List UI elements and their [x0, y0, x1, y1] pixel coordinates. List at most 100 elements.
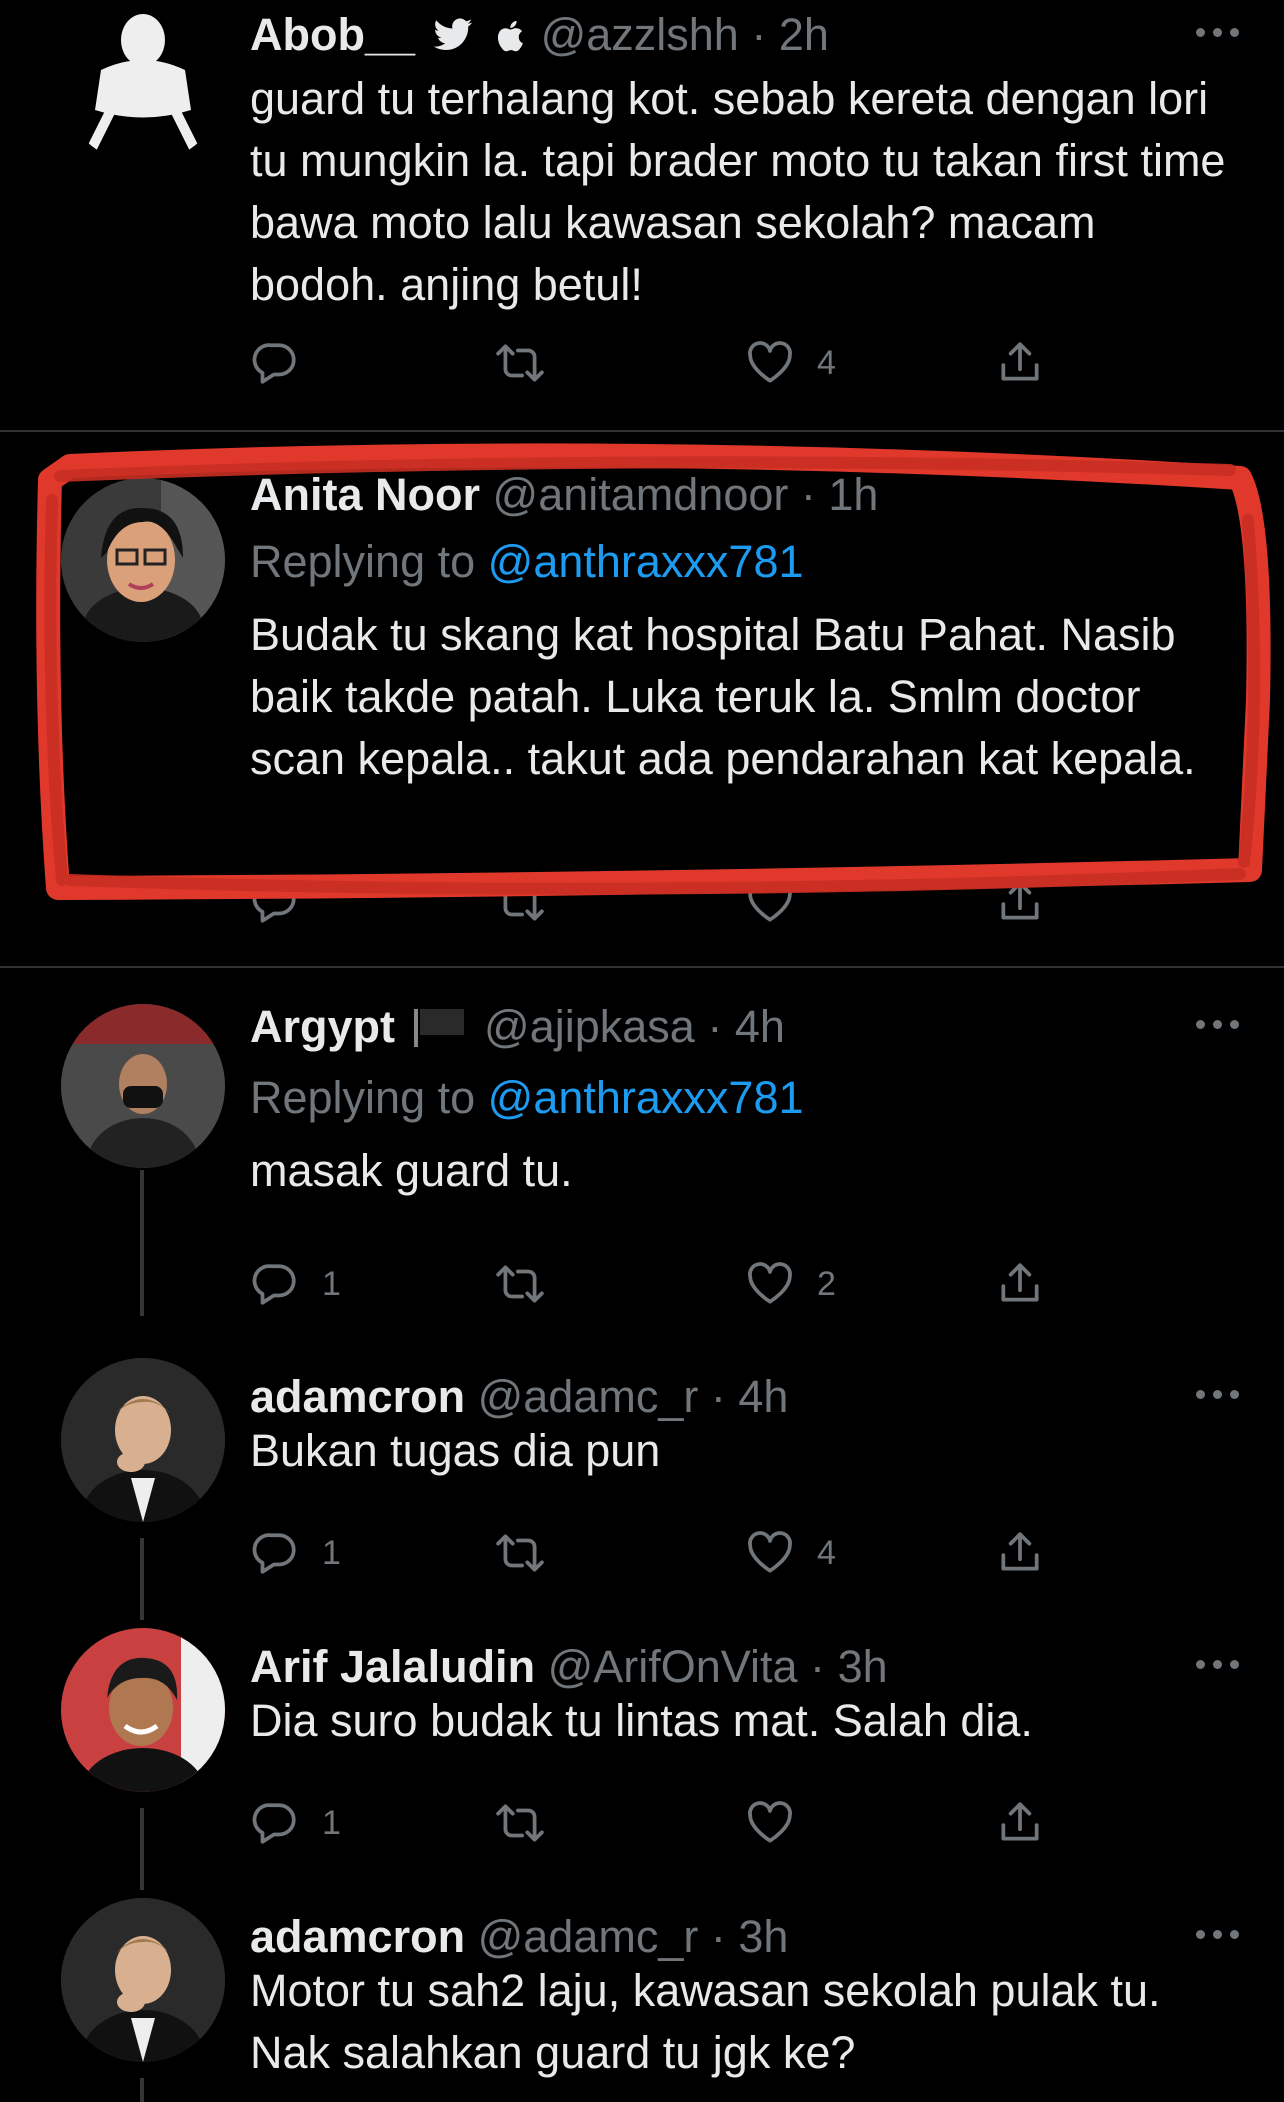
share-icon [1001, 1532, 1039, 1571]
more-icon[interactable] [1196, 1020, 1240, 1032]
retweet-icon [496, 1804, 544, 1842]
avatar[interactable] [61, 1898, 225, 2062]
separator-dot: · [710, 1371, 726, 1422]
avatar-image [61, 1004, 225, 1168]
mention-link[interactable]: @anthraxxx781 [488, 1072, 804, 1123]
avatar-image [61, 1628, 225, 1792]
more-icon[interactable] [1196, 1930, 1240, 1942]
display-name[interactable]: adamcron [250, 1371, 465, 1422]
timestamp[interactable]: 2h [779, 9, 829, 60]
retweet-button[interactable] [495, 872, 567, 932]
share-button[interactable] [995, 333, 1045, 393]
replying-to: Replying to @anthraxxx781 [250, 1072, 804, 1124]
avatar-image [61, 1898, 225, 2062]
like-button[interactable]: 4 [745, 333, 836, 393]
thread-line [140, 1538, 144, 1620]
like-button[interactable]: 2 [745, 1254, 836, 1314]
display-name[interactable]: Arif Jalaludin [250, 1641, 535, 1692]
share-button[interactable] [995, 1793, 1045, 1853]
separator-dot: · [800, 469, 816, 520]
tweet-actions [250, 872, 1070, 932]
retweet-icon [496, 344, 544, 382]
timestamp[interactable]: 3h [838, 1641, 888, 1692]
like-count: 4 [817, 1533, 836, 1572]
timestamp[interactable]: 3h [738, 1911, 788, 1962]
avatar[interactable] [61, 478, 225, 642]
avatar[interactable] [61, 1628, 225, 1792]
tweet-text: Motor tu sah2 laju, kawasan sekolah pula… [250, 1965, 1161, 2078]
handle[interactable]: @ajipkasa [484, 1001, 695, 1052]
share-button[interactable] [995, 1254, 1045, 1314]
retweet-button[interactable] [495, 1523, 567, 1583]
retweet-button[interactable] [495, 1793, 567, 1853]
more-icon[interactable] [1196, 1390, 1240, 1402]
reply-button[interactable] [250, 872, 322, 932]
share-button[interactable] [995, 1523, 1045, 1583]
like-button[interactable]: 4 [745, 1523, 836, 1583]
tweet-actions: 1 2 [250, 1254, 1070, 1314]
share-icon [1001, 881, 1039, 920]
separator-dot: · [751, 9, 767, 60]
separator-dot: · [710, 1911, 726, 1962]
tweet[interactable]: Anita Noor @anitamdnoor · 1h Replying to… [0, 432, 1284, 966]
timestamp[interactable]: 4h [735, 1001, 785, 1052]
more-icon[interactable] [1196, 1660, 1240, 1672]
like-icon [748, 1531, 792, 1573]
display-name[interactable]: adamcron [250, 1911, 465, 1962]
avatar-image [61, 478, 225, 642]
retweet-icon [496, 1534, 544, 1572]
share-icon [1001, 342, 1039, 381]
like-button[interactable] [745, 872, 817, 932]
retweet-button[interactable] [495, 333, 567, 393]
avatar[interactable] [61, 1358, 225, 1522]
reply-icon [252, 1264, 296, 1305]
like-button[interactable] [745, 1793, 817, 1853]
handle[interactable]: @ArifOnVita [548, 1641, 798, 1692]
handle[interactable]: @anitamdnoor [493, 469, 789, 520]
reply-button[interactable] [250, 333, 322, 393]
reply-button[interactable]: 1 [250, 1254, 341, 1314]
mention-link[interactable]: @anthraxxx781 [488, 536, 804, 587]
tweet-text: masak guard tu. [250, 1145, 573, 1196]
retweet-button[interactable] [495, 1254, 567, 1314]
share-icon [1001, 1263, 1039, 1302]
handle[interactable]: @adamc_r [478, 1911, 699, 1962]
tweet-text: guard tu terhalang kot. sebab kereta den… [250, 73, 1226, 310]
tweet[interactable]: adamcron @adamc_r · 3h Motor tu sah2 laj… [0, 1890, 1284, 2102]
reply-button[interactable]: 1 [250, 1793, 341, 1853]
tweet[interactable]: Abob__ @azzlshh · 2h guard tu terhalang … [0, 0, 1284, 430]
retweet-icon [496, 883, 544, 921]
twitter-bird-icon [432, 16, 474, 61]
like-icon [748, 341, 792, 383]
display-name[interactable]: Anita Noor [250, 469, 480, 520]
timestamp[interactable]: 1h [828, 469, 878, 520]
display-name[interactable]: Argypt [250, 1001, 395, 1052]
separator-dot: · [810, 1641, 826, 1692]
handle[interactable]: @azzlshh [541, 9, 739, 60]
share-icon [1001, 1802, 1039, 1841]
display-name[interactable]: Abob__ [250, 9, 415, 60]
avatar[interactable] [61, 0, 225, 164]
like-icon [748, 1801, 792, 1843]
apple-icon [494, 16, 524, 61]
timestamp[interactable]: 4h [738, 1371, 788, 1422]
like-count: 4 [817, 343, 836, 382]
thread-line [140, 1170, 144, 1316]
tweet-text: Dia suro budak tu lintas mat. Salah dia. [250, 1695, 1033, 1746]
avatar-image [61, 0, 225, 164]
reply-icon [252, 1803, 296, 1844]
tweet-actions: 4 [250, 333, 1070, 393]
reply-button[interactable]: 1 [250, 1523, 341, 1583]
tweet[interactable]: Argypt @ajipkasa · 4h Replying to @anthr… [0, 968, 1284, 1348]
tweet[interactable]: adamcron @adamc_r · 4h Bukan tugas dia p… [0, 1350, 1284, 1620]
reply-count: 1 [322, 1533, 341, 1572]
tweet-actions: 1 4 [250, 1523, 1070, 1583]
tweet-text: Budak tu skang kat hospital Batu Pahat. … [250, 609, 1196, 784]
reply-count: 1 [322, 1264, 341, 1303]
reply-icon [252, 343, 296, 384]
more-icon[interactable] [1196, 28, 1240, 40]
tweet[interactable]: Arif Jalaludin @ArifOnVita · 3h Dia suro… [0, 1620, 1284, 1890]
avatar[interactable] [61, 1004, 225, 1168]
handle[interactable]: @adamc_r [478, 1371, 699, 1422]
share-button[interactable] [995, 872, 1045, 932]
